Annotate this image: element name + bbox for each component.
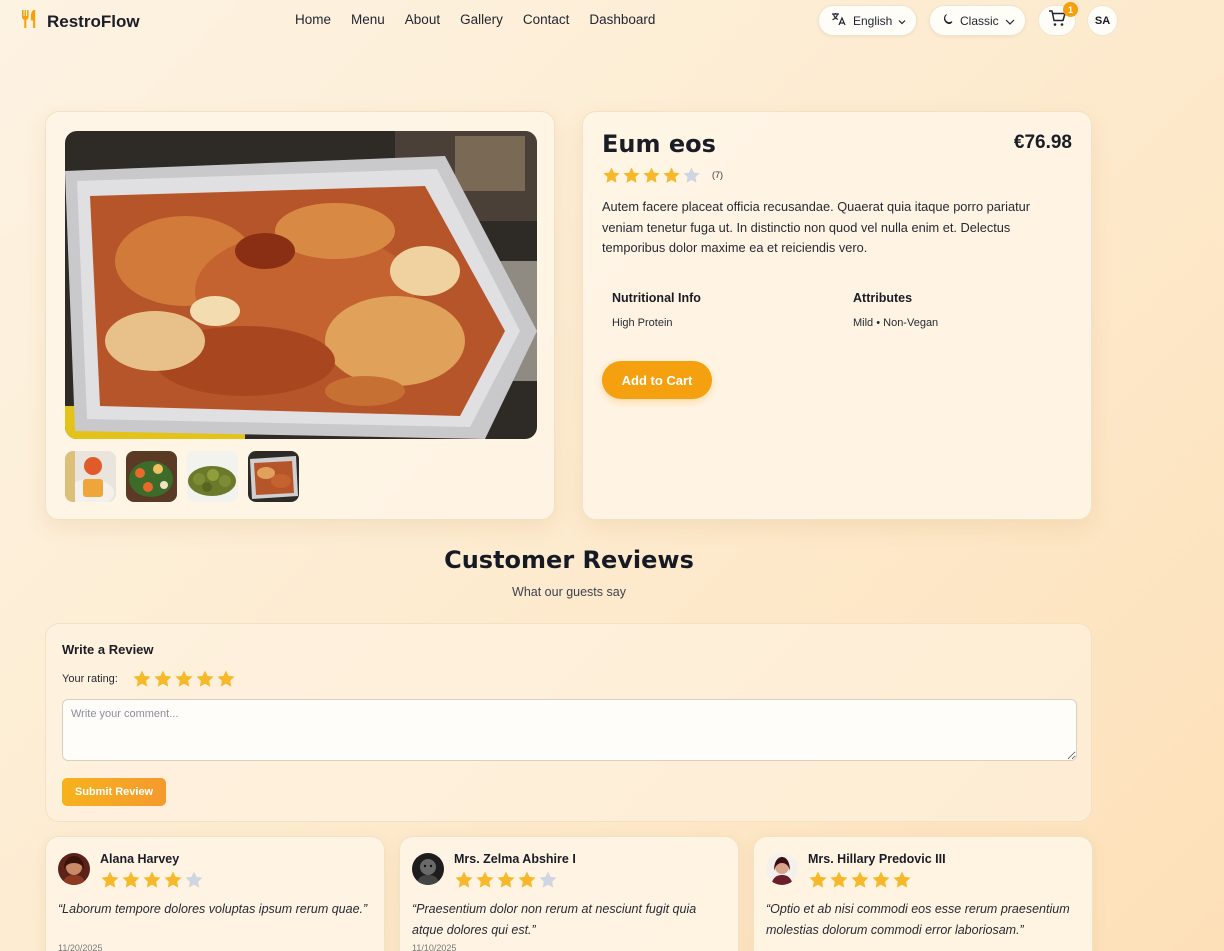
star-icon (662, 166, 681, 190)
cart-count-badge: 1 (1063, 2, 1078, 17)
star-icon (163, 870, 183, 895)
star-icon (850, 870, 870, 895)
reviewer-name: Alana Harvey (100, 852, 180, 866)
star-icon (622, 166, 641, 190)
product-title: Eum eos (602, 130, 716, 158)
nav-link-gallery[interactable]: Gallery (460, 12, 503, 27)
product-details: Eum eos €76.98 (7) Autem facere placeat … (582, 111, 1092, 520)
moon-icon (942, 13, 954, 28)
review-text: “Optio et ab nisi commodi eos esse rerum… (766, 902, 1070, 937)
star-icon[interactable] (216, 669, 236, 694)
product-price: €76.98 (1013, 132, 1072, 153)
attributes-value: Mild • Non-Vegan (853, 317, 939, 329)
star-icon (517, 870, 537, 895)
nav-link-dashboard[interactable]: Dashboard (589, 12, 655, 27)
user-avatar-button[interactable]: SA (1087, 5, 1118, 36)
star-icon (100, 870, 120, 895)
translate-icon (831, 12, 847, 29)
utensils-icon (20, 9, 39, 34)
star-icon (121, 870, 141, 895)
review-date: 11/20/2025 (58, 943, 103, 951)
nav-link-home[interactable]: Home (295, 12, 331, 27)
theme-select[interactable]: Classic (929, 5, 1026, 36)
reviews-heading: Customer Reviews (444, 546, 694, 574)
main-menu: Home Menu About Gallery Contact Dashboar… (295, 12, 675, 27)
language-select[interactable]: English (818, 5, 917, 36)
star-icon (871, 870, 891, 895)
star-icon (642, 166, 661, 190)
nutrition-info: Nutritional Info High Protein (612, 291, 701, 329)
review-card: Mrs. Hillary Predovic III “Optio et ab n… (753, 836, 1093, 951)
chevron-down-icon (1005, 14, 1015, 28)
star-icon (496, 870, 516, 895)
review-rating (100, 870, 204, 895)
submit-review-button[interactable]: Submit Review (62, 778, 166, 806)
star-icon (454, 870, 474, 895)
thumbnail-image[interactable] (65, 451, 116, 502)
star-icon (475, 870, 495, 895)
rating-label: Your rating: (62, 673, 118, 685)
star-icon[interactable] (153, 669, 173, 694)
star-icon (808, 870, 828, 895)
product-rating: (7) (602, 166, 723, 190)
chevron-down-icon (898, 14, 906, 28)
star-icon (892, 870, 912, 895)
star-icon (682, 166, 701, 190)
top-nav: RestroFlow Home Menu About Gallery Conta… (0, 0, 1224, 42)
avatar (412, 853, 444, 885)
star-icon (829, 870, 849, 895)
star-icon (538, 870, 558, 895)
language-value: English (853, 13, 893, 28)
review-text: “Praesentium dolor non rerum at nesciunt… (412, 902, 697, 937)
write-review-title: Write a Review (62, 642, 154, 657)
avatar (766, 853, 798, 885)
nav-link-contact[interactable]: Contact (523, 12, 570, 27)
theme-value: Classic (960, 13, 999, 28)
review-rating (808, 870, 912, 895)
star-icon (184, 870, 204, 895)
star-icon[interactable] (132, 669, 152, 694)
nav-link-menu[interactable]: Menu (351, 12, 385, 27)
thumbnail-image[interactable] (126, 451, 177, 502)
brand-name: RestroFlow (47, 11, 140, 31)
rating-count: (7) (712, 170, 723, 180)
attributes-title: Attributes (853, 291, 913, 305)
reviews-subheading: What our guests say (512, 585, 626, 599)
product-description: Autem facere placeat officia recusandae.… (602, 199, 1031, 255)
star-icon (602, 166, 621, 190)
avatar (58, 853, 90, 885)
write-review-form: Write a Review Your rating: Submit Revie… (45, 623, 1092, 822)
review-rating (454, 870, 558, 895)
review-date: 11/10/2025 (412, 943, 457, 951)
comment-input[interactable] (62, 699, 1077, 761)
review-card: Mrs. Zelma Abshire I “Praesentium dolor … (399, 836, 739, 951)
nutrition-value: High Protein (612, 317, 673, 329)
main-product-image[interactable] (65, 131, 537, 439)
add-to-cart-button[interactable]: Add to Cart (602, 361, 712, 399)
star-icon[interactable] (174, 669, 194, 694)
attributes-info: Attributes Mild • Non-Vegan (853, 291, 938, 329)
reviewer-name: Mrs. Zelma Abshire I (454, 852, 576, 866)
nav-link-about[interactable]: About (405, 12, 440, 27)
star-icon[interactable] (195, 669, 215, 694)
review-text: “Laborum tempore dolores voluptas ipsum … (58, 902, 368, 916)
star-icon (142, 870, 162, 895)
product-gallery (45, 111, 555, 520)
rating-input (132, 669, 236, 694)
nutrition-title: Nutritional Info (612, 291, 701, 305)
reviewer-name: Mrs. Hillary Predovic III (808, 852, 946, 866)
review-card: Alana Harvey “Laborum tempore dolores vo… (45, 836, 385, 951)
brand[interactable]: RestroFlow (20, 9, 140, 34)
thumbnail-image[interactable] (248, 451, 299, 502)
thumbnail-image[interactable] (187, 451, 238, 502)
